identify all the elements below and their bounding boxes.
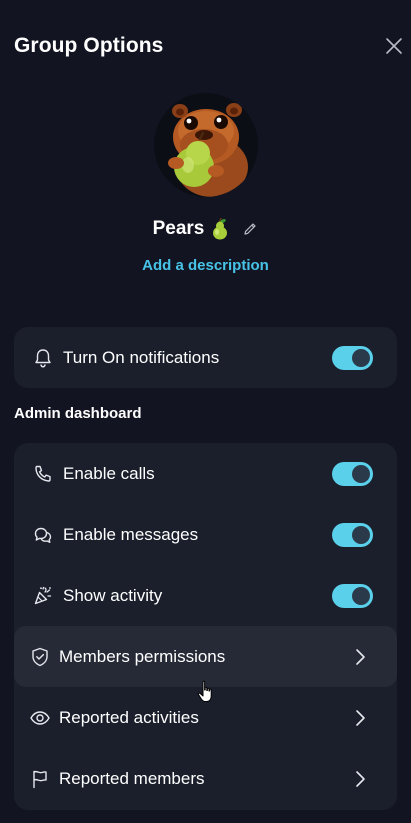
chevron-right-icon (353, 648, 367, 666)
notifications-row[interactable]: Turn On notifications (14, 327, 397, 388)
enable-messages-row[interactable]: Enable messages (14, 504, 397, 565)
toggle-knob (352, 586, 370, 605)
enable-messages-toggle[interactable] (332, 522, 373, 547)
members-permissions-label: Members permissions (59, 646, 226, 666)
toggle-knob (352, 525, 370, 544)
admin-dashboard-card: Enable calls Enable messages Show activi… (14, 443, 397, 810)
hand-pointer-cursor-icon (197, 680, 215, 704)
chevron-right-icon (353, 709, 367, 727)
show-activity-row[interactable]: Show activity (14, 565, 397, 626)
close-button[interactable] (382, 34, 406, 58)
enable-calls-row[interactable]: Enable calls (14, 443, 397, 504)
enable-calls-toggle[interactable] (332, 461, 373, 486)
toggle-knob (352, 464, 370, 483)
bell-icon (32, 347, 54, 369)
party-popper-icon (32, 585, 54, 607)
eye-icon (29, 707, 51, 729)
page-title: Group Options (14, 34, 164, 57)
chat-bubbles-icon (32, 524, 54, 546)
show-activity-label: Show activity (63, 585, 163, 605)
enable-messages-label: Enable messages (63, 524, 199, 544)
reported-members-label: Reported members (59, 768, 205, 788)
flag-icon (29, 768, 51, 790)
shield-check-icon (29, 646, 51, 668)
chevron-right-icon (353, 770, 367, 788)
toggle-knob (352, 348, 370, 367)
show-activity-toggle[interactable] (332, 583, 373, 608)
reported-activities-label: Reported activities (59, 707, 199, 727)
enable-calls-label: Enable calls (63, 463, 155, 483)
close-icon (382, 34, 406, 58)
edit-pencil-icon[interactable] (242, 221, 258, 237)
group-name: Pears (152, 218, 205, 239)
add-description-link[interactable]: Add a description (0, 257, 411, 274)
phone-icon (32, 463, 54, 485)
group-name-row: Pears (0, 216, 411, 242)
notifications-toggle[interactable] (332, 345, 373, 370)
members-permissions-row[interactable]: Members permissions (14, 626, 397, 687)
group-avatar[interactable] (154, 93, 258, 197)
notifications-label: Turn On notifications (63, 347, 220, 367)
notifications-card: Turn On notifications (14, 327, 397, 388)
admin-dashboard-heading: Admin dashboard (14, 405, 142, 422)
reported-members-row[interactable]: Reported members (14, 748, 397, 809)
pear-emoji-icon (210, 218, 230, 240)
